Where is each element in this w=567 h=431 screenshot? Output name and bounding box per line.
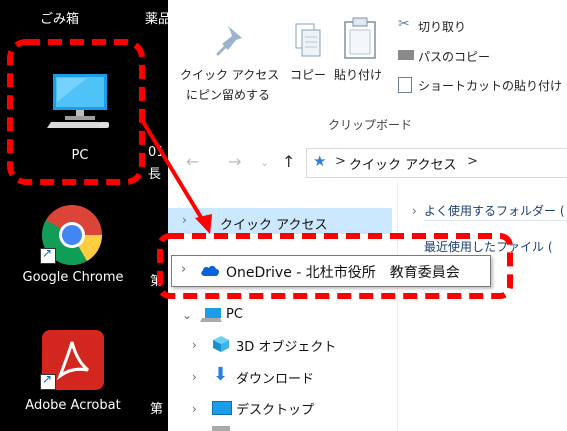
pc-highlight-box bbox=[7, 39, 145, 185]
annotation-arrow-head bbox=[195, 214, 212, 234]
annotation-overlay bbox=[7, 39, 513, 299]
screenshot-root: ごみ箱 薬品 PC 01 長 ↗ Google Chrome 第 ↗ Adobe… bbox=[0, 0, 567, 431]
annotation-arrow-line bbox=[140, 118, 207, 226]
onedrive-highlight-box bbox=[157, 233, 513, 299]
